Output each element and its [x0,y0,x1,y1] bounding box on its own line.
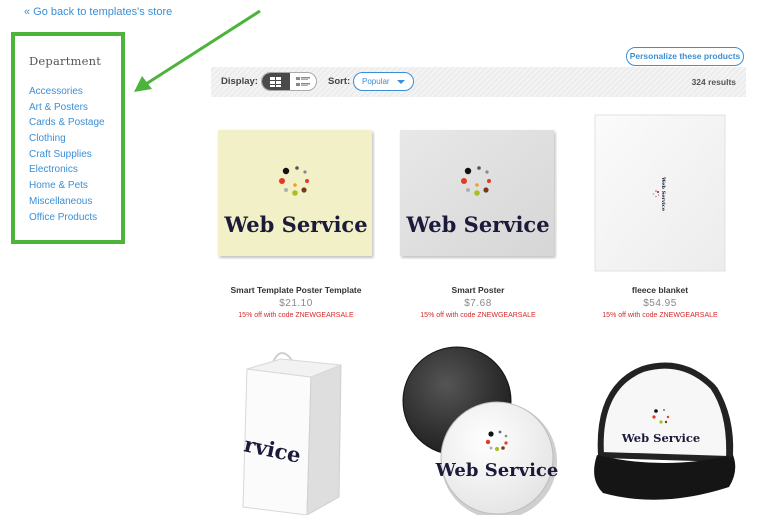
sort-label: Sort: [328,76,351,87]
product-price: $21.10 [279,298,313,309]
product-card[interactable]: Web Service Smart Template Poster Templa… [211,112,381,327]
department-item-miscellaneous[interactable]: Miscellaneous [29,194,105,210]
product-name[interactable]: Smart Template Poster Template [211,285,381,295]
logo-text: Web Service [405,212,549,237]
product-image: Web Service [402,346,559,515]
product-card[interactable]: Web Service [393,335,563,515]
department-item-cards-postage[interactable]: Cards & Postage [29,115,105,131]
product-image: Web Service [594,362,736,500]
department-item-art-posters[interactable]: Art & Posters [29,100,105,116]
grid-view-button[interactable] [262,73,290,90]
logo-text: Web Service [435,460,559,481]
product-card[interactable]: Web Service [575,335,745,515]
department-list: Accessories Art & Posters Cards & Postag… [29,84,105,225]
promo-text: 15% off with code ZNEWGEARSALE [238,312,354,319]
product-card[interactable]: Web Service Smart Poster $7.68 15% off w… [393,112,563,327]
product-image: Web Service [594,114,726,272]
personalize-products-button[interactable]: Personalize these products [626,47,744,66]
product-card[interactable]: Web Service fleece blanket $54.95 15% of… [575,112,745,327]
display-label: Display: [221,76,258,87]
department-item-craft-supplies[interactable]: Craft Supplies [29,147,105,163]
department-item-electronics[interactable]: Electronics [29,162,105,178]
list-view-button[interactable] [290,73,316,90]
grid-view-icon [270,77,281,87]
department-item-office-products[interactable]: Office Products [29,210,105,226]
results-toolbar: Display: Sort: Popular 324 results [211,67,746,97]
product-card[interactable]: rvice [211,335,381,515]
product-name[interactable]: Smart Poster [393,285,563,295]
department-sidebar: Department Accessories Art & Posters Car… [11,32,125,244]
back-to-store-link[interactable]: « Go back to templates's store [24,6,172,18]
product-image: rvice [242,352,342,515]
product-image: Web Service [400,130,554,256]
department-item-home-pets[interactable]: Home & Pets [29,178,105,194]
product-name[interactable]: fleece blanket [575,285,745,295]
chevron-down-icon [397,80,405,84]
promo-text: 15% off with code ZNEWGEARSALE [602,312,718,319]
department-item-accessories[interactable]: Accessories [29,84,105,100]
sort-value: Popular [362,77,390,86]
department-title: Department [29,54,102,68]
department-item-clothing[interactable]: Clothing [29,131,105,147]
promo-text: 15% off with code ZNEWGEARSALE [420,312,536,319]
logo-text: Web Service [621,431,700,445]
product-price: $54.95 [643,298,677,309]
logo-text: Web Service [660,176,666,211]
product-image: Web Service [218,130,372,256]
results-count: 324 results [691,77,736,87]
product-price: $7.68 [464,298,492,309]
logo-text: Web Service [223,212,367,237]
sort-dropdown[interactable]: Popular [353,72,414,91]
view-toggle [261,72,317,91]
list-view-icon [296,77,310,86]
